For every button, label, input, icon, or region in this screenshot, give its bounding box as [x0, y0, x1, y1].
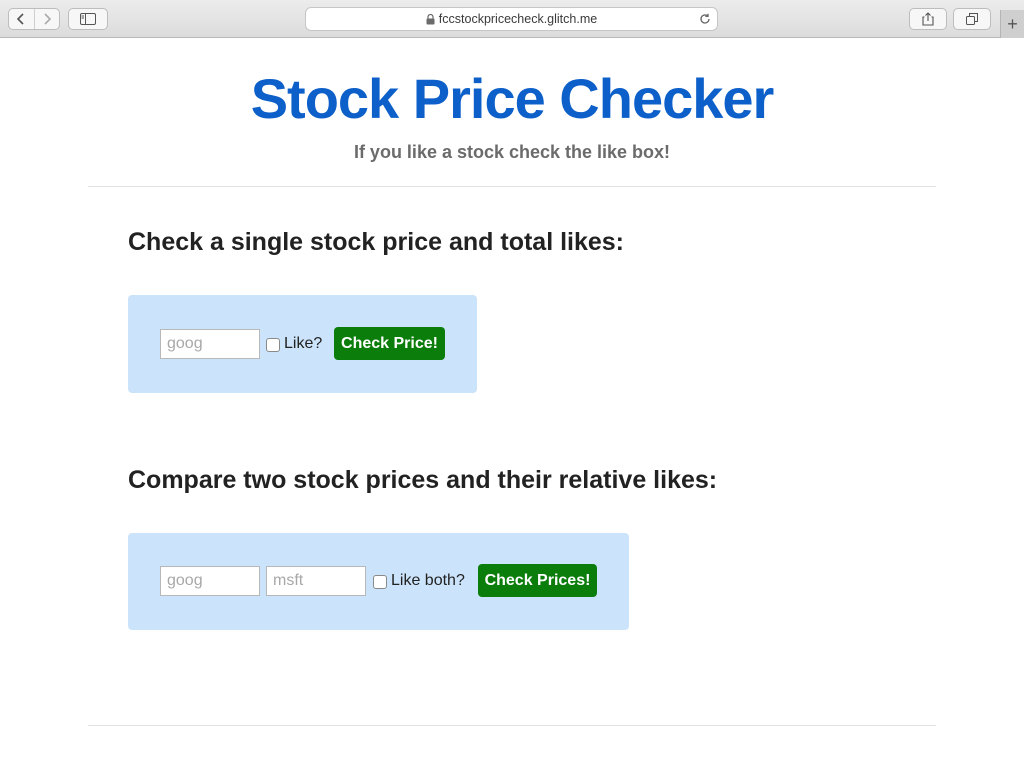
reload-icon [700, 13, 710, 24]
tabs-overview-button[interactable] [953, 8, 991, 30]
header-divider [88, 186, 936, 187]
page-content: Stock Price Checker If you like a stock … [0, 38, 1024, 768]
compare-stocks-heading: Compare two stock prices and their relat… [128, 466, 718, 494]
plus-icon: + [1007, 13, 1018, 34]
share-button[interactable] [909, 8, 947, 30]
like-both-label: Like both? [391, 572, 465, 589]
new-tab-button[interactable]: + [1000, 10, 1024, 38]
reload-button[interactable] [697, 11, 713, 27]
like-both-checkbox[interactable] [373, 575, 387, 589]
chevron-left-icon [17, 13, 25, 25]
stock-input[interactable] [160, 329, 260, 359]
share-icon [922, 12, 934, 26]
nav-buttons [8, 8, 60, 30]
sidebar-toggle-button[interactable] [68, 8, 108, 30]
like-label: Like? [284, 335, 323, 352]
sidebar-icon [80, 13, 96, 25]
tabs-icon [966, 13, 978, 25]
compare-stocks-form: Like both? Check Prices! [128, 533, 629, 630]
forward-button[interactable] [33, 9, 59, 29]
check-price-button[interactable]: Check Price! [334, 327, 445, 360]
browser-toolbar: fccstockpricecheck.glitch.me + [0, 0, 1024, 38]
single-stock-heading: Check a single stock price and total lik… [128, 228, 625, 256]
footer-divider [88, 725, 936, 726]
check-prices-button[interactable]: Check Prices! [478, 564, 597, 597]
chevron-right-icon [44, 13, 52, 25]
page-title: Stock Price Checker [250, 67, 775, 130]
url-text: fccstockpricecheck.glitch.me [438, 12, 598, 26]
page-subtitle: If you like a stock check the like box! [353, 142, 671, 162]
back-button[interactable] [9, 9, 34, 29]
address-bar[interactable]: fccstockpricecheck.glitch.me [305, 7, 718, 31]
like-checkbox[interactable] [266, 338, 280, 352]
stock1-input[interactable] [160, 566, 260, 596]
single-stock-form: Like? Check Price! [128, 295, 477, 393]
stock2-input[interactable] [266, 566, 366, 596]
lock-icon [426, 13, 435, 24]
